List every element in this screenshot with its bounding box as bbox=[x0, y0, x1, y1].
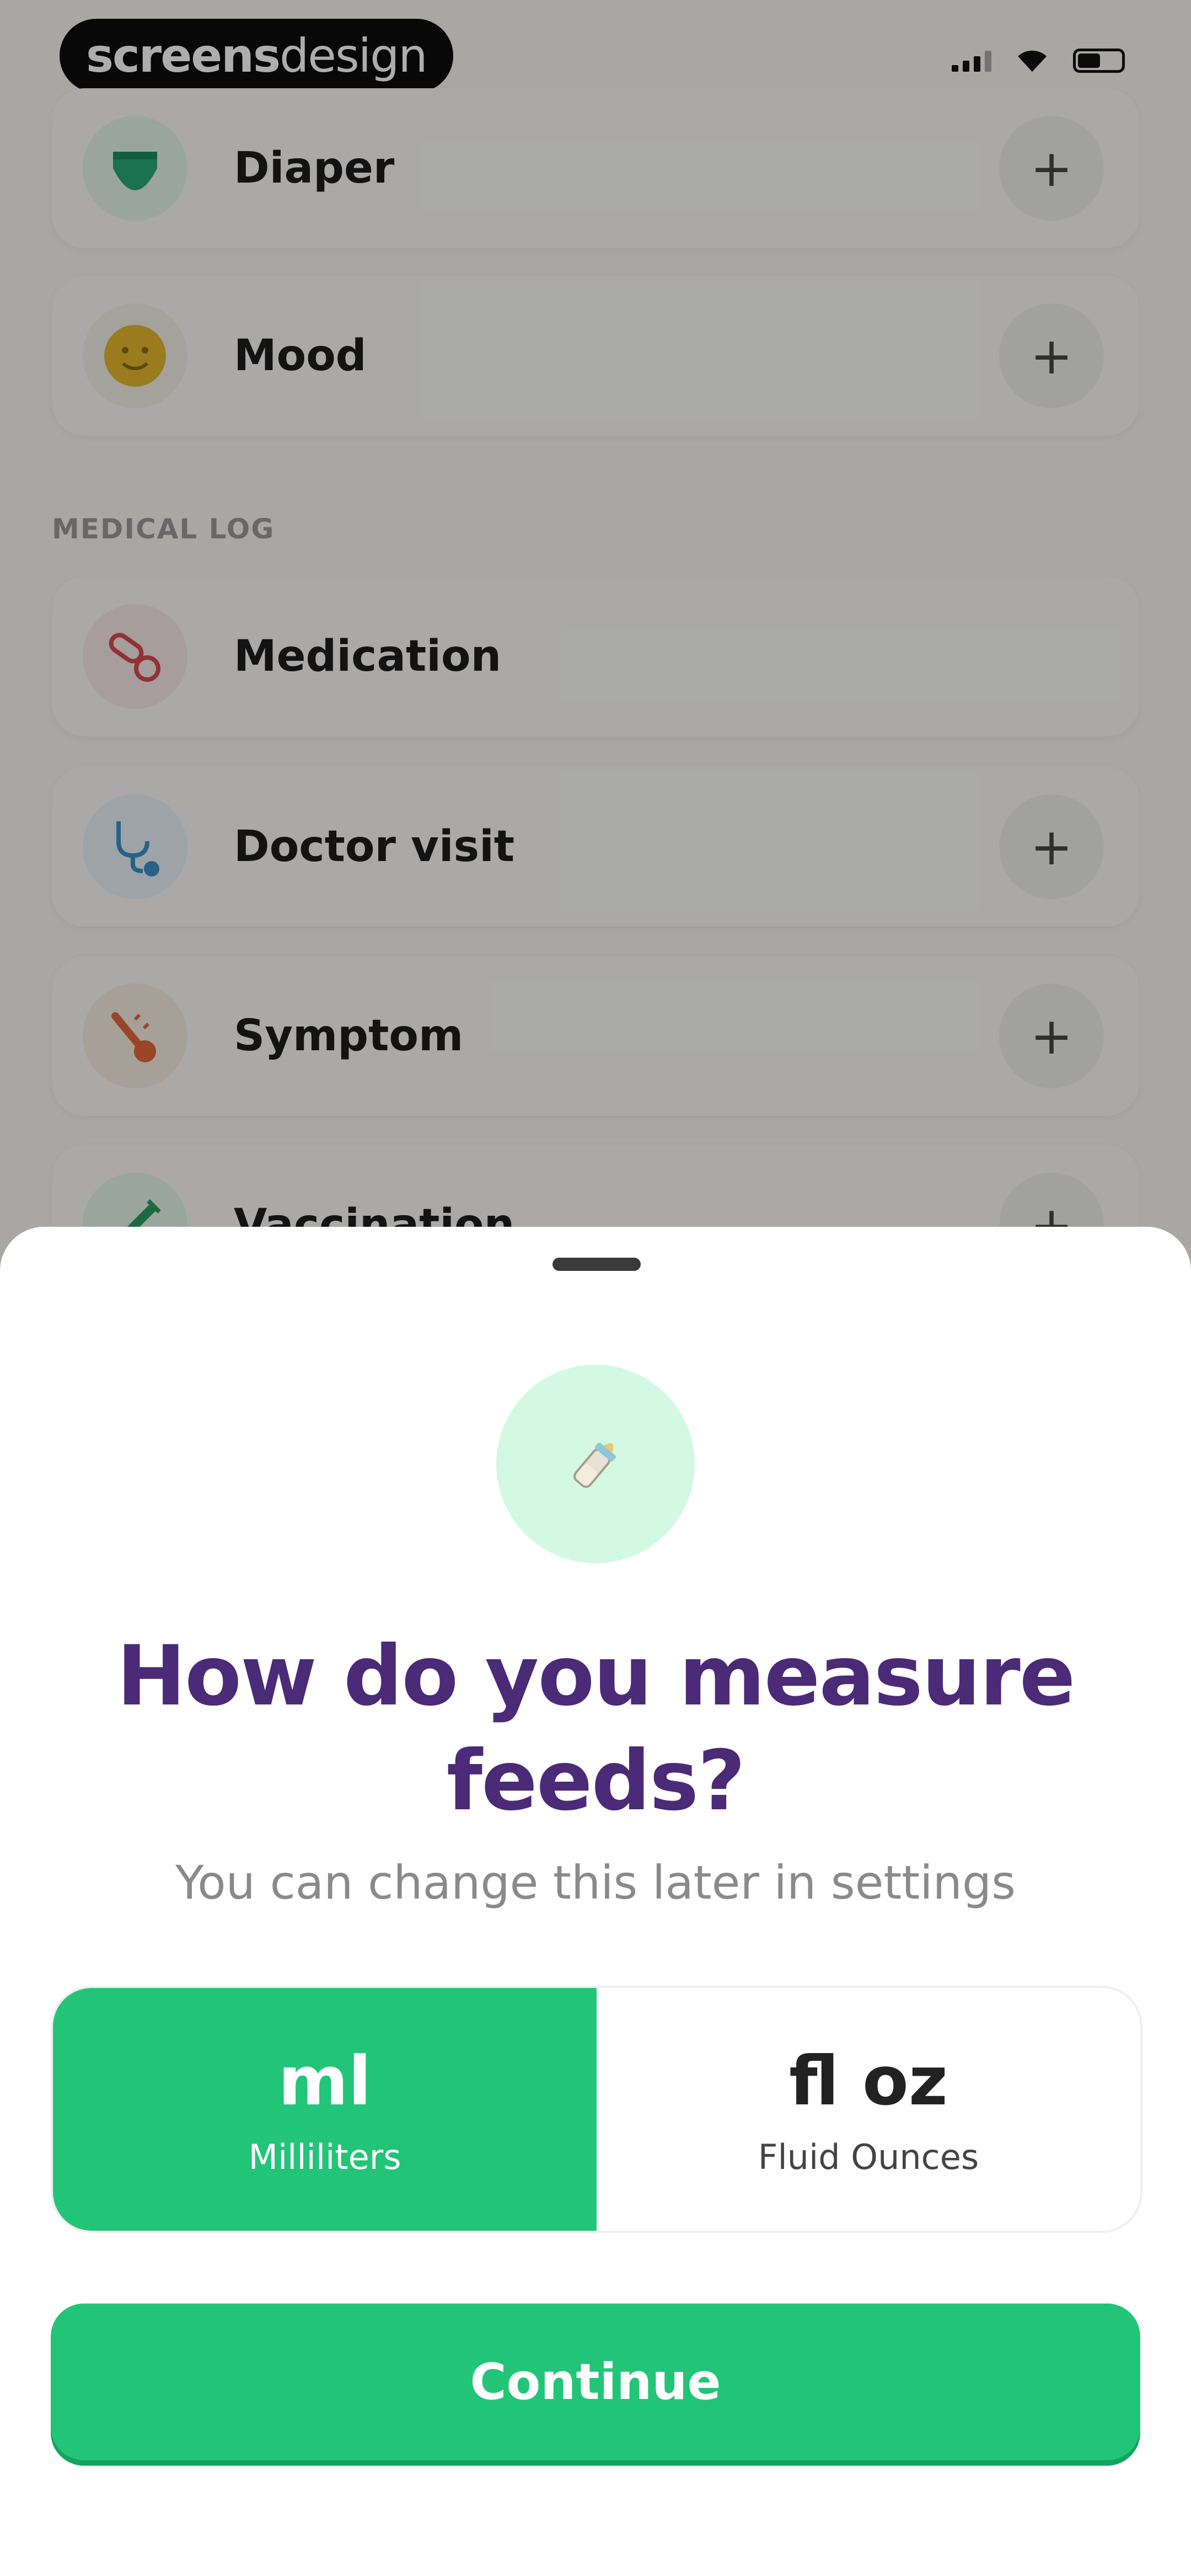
continue-button[interactable]: Continue bbox=[51, 2304, 1140, 2460]
option-unit: ml bbox=[278, 2041, 372, 2120]
sheet-title: How do you measure feeds? bbox=[116, 1628, 1076, 1829]
option-description: Fluid Ounces bbox=[758, 2136, 979, 2177]
bottle-icon bbox=[496, 1365, 695, 1563]
unit-toggle: ml Milliliters fl oz Fluid Ounces bbox=[53, 1988, 1140, 2231]
sheet-subtitle: You can change this later in settings bbox=[175, 1856, 1016, 1910]
option-milliliters[interactable]: ml Milliliters bbox=[53, 1988, 597, 2231]
feed-unit-sheet: How do you measure feeds? You can change… bbox=[0, 1227, 1191, 2576]
option-unit: fl oz bbox=[789, 2041, 948, 2120]
option-fluid-ounces[interactable]: fl oz Fluid Ounces bbox=[597, 1988, 1140, 2231]
option-description: Milliliters bbox=[248, 2136, 401, 2177]
sheet-drag-handle[interactable] bbox=[552, 1258, 641, 1271]
